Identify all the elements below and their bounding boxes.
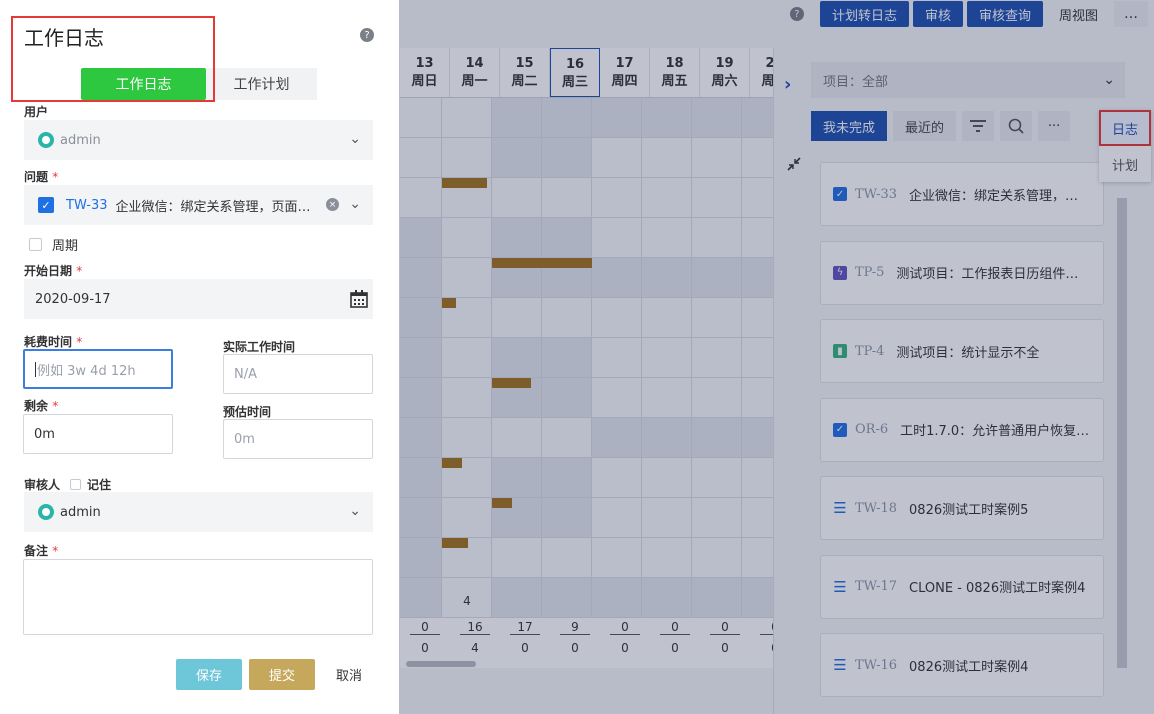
estimate-label: 预估时间 bbox=[223, 405, 272, 419]
time-spent-label: 耗费时间 * bbox=[24, 335, 83, 349]
remark-textarea[interactable] bbox=[23, 559, 373, 635]
question-circle-icon[interactable]: ? bbox=[360, 28, 374, 42]
user-value: admin bbox=[60, 132, 101, 148]
remaining-input[interactable]: 0m bbox=[23, 414, 173, 454]
calendar-icon[interactable] bbox=[350, 290, 368, 312]
user-label: 用户 bbox=[24, 105, 49, 119]
actual-time-label: 实际工作时间 bbox=[223, 340, 296, 354]
submit-button[interactable]: 提交 bbox=[249, 659, 315, 690]
chevron-down-icon: ⌄ bbox=[349, 131, 361, 147]
checkbox-empty[interactable] bbox=[29, 238, 42, 251]
time-spent-input[interactable]: 例如 3w 4d 12h bbox=[23, 349, 173, 389]
reviewer-value: admin bbox=[60, 504, 101, 520]
estimate-input[interactable]: 0m bbox=[223, 419, 373, 459]
issue-select[interactable]: ✓ TW-33 企业微信：绑定关系管理，页面… × ⌄ bbox=[24, 185, 373, 225]
tab-work-plan[interactable]: 工作计划 bbox=[206, 68, 317, 100]
reviewer-label: 审核人 bbox=[24, 478, 61, 492]
time-spent-placeholder: 例如 3w 4d 12h bbox=[37, 363, 136, 379]
issue-key: TW-33 bbox=[66, 197, 108, 213]
user-select[interactable]: admin ⌄ bbox=[24, 120, 373, 160]
chevron-down-icon: ⌄ bbox=[349, 503, 361, 519]
highlight-box bbox=[11, 16, 215, 102]
issue-label: 问题 * bbox=[24, 170, 59, 184]
periodic-label: 周期 bbox=[52, 239, 79, 254]
issue-text: 企业微信：绑定关系管理，页面… bbox=[115, 199, 311, 215]
reviewer-label-row: 审核人 记住 bbox=[24, 476, 111, 493]
remember-checkbox[interactable] bbox=[70, 479, 82, 490]
start-date-label: 开始日期 * bbox=[24, 264, 83, 278]
checkbox-icon: ✓ bbox=[38, 197, 54, 213]
cancel-button[interactable]: 取消 bbox=[326, 659, 372, 690]
remaining-label: 剩余 * bbox=[24, 399, 59, 413]
clear-icon[interactable]: × bbox=[326, 198, 339, 211]
remember-label: 记住 bbox=[87, 478, 112, 492]
text-cursor bbox=[35, 361, 36, 377]
avatar bbox=[38, 504, 54, 520]
start-date-field[interactable]: 2020-09-17 bbox=[24, 279, 373, 319]
reviewer-select[interactable]: admin ⌄ bbox=[24, 492, 373, 532]
save-button[interactable]: 保存 bbox=[176, 659, 242, 690]
chevron-down-icon[interactable]: ⌄ bbox=[349, 196, 361, 212]
start-date-value: 2020-09-17 bbox=[35, 291, 111, 307]
actual-time-placeholder: N/A bbox=[234, 366, 257, 382]
worklog-drawer: 工作日志 ? 工作日志 工作计划 用户 admin ⌄ 问题 * ✓ TW-33… bbox=[0, 0, 399, 714]
periodic-checkbox[interactable]: 周期 bbox=[29, 235, 78, 254]
remark-label: 备注 * bbox=[24, 544, 59, 558]
estimate-value: 0m bbox=[234, 431, 255, 447]
actual-time-input[interactable]: N/A bbox=[223, 354, 373, 394]
remaining-value: 0m bbox=[34, 426, 55, 442]
avatar bbox=[38, 132, 54, 148]
